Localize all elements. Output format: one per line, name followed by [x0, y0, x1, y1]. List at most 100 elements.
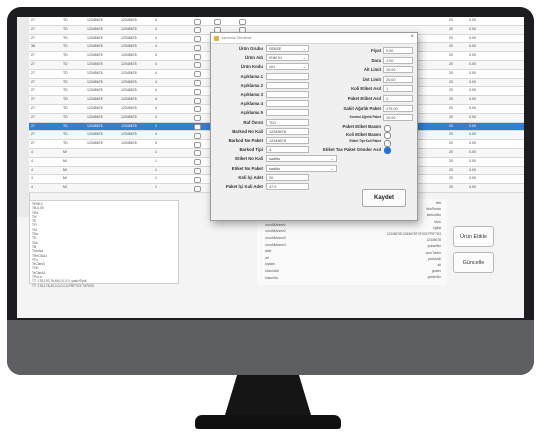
- row-checkbox[interactable]: [194, 168, 201, 175]
- table-cell: TD: [63, 53, 68, 58]
- table-cell: 12345678: [87, 141, 103, 146]
- table-cell: 27: [31, 123, 35, 128]
- save-button[interactable]: Kaydet: [362, 189, 406, 207]
- table-cell: 4: [155, 114, 157, 119]
- field-input[interactable]: [266, 72, 309, 80]
- table-cell: 12345678: [121, 123, 137, 128]
- table-cell: 27: [31, 105, 35, 110]
- row-checkbox[interactable]: [239, 18, 246, 25]
- row-checkbox[interactable]: [194, 71, 201, 78]
- update-button[interactable]: Güncelle: [453, 252, 494, 273]
- table-cell: 4: [155, 18, 157, 22]
- table-cell: 20: [449, 185, 453, 190]
- field-input[interactable]: 12345678: [266, 127, 309, 135]
- row-checkbox[interactable]: [194, 132, 201, 139]
- field-input[interactable]: 1: [383, 95, 413, 102]
- table-cell: 27: [31, 97, 35, 102]
- table-cell: TD: [63, 132, 68, 137]
- row-checkbox[interactable]: [194, 185, 201, 192]
- table-cell: 0.00: [469, 70, 476, 75]
- log-panel: TeSB,0 TB-0,00 TRa TN TE TFi TM TNo TD TAs TB TMoNa…: [29, 200, 179, 288]
- field-input[interactable]: 0.00: [383, 47, 413, 54]
- table-cell: 20: [449, 26, 453, 31]
- field-input[interactable]: 1.00: [383, 56, 413, 64]
- field-input[interactable]: 20: [266, 173, 309, 181]
- field-input[interactable]: 10.00: [383, 66, 413, 74]
- table-cell: 12345678: [121, 141, 137, 146]
- field-input[interactable]: 20.00: [383, 75, 413, 83]
- table-cell: 0.00: [469, 141, 476, 146]
- table-cell: 4: [155, 141, 157, 146]
- screen: 27 TD 12345678 12345678 4 20 0.00 27 TD 12345678 1…: [17, 17, 524, 318]
- table-cell: 1: [155, 149, 157, 154]
- option-checkbox[interactable]: [384, 132, 391, 140]
- field-input[interactable]: 4: [266, 146, 309, 154]
- table-cell: Mi: [63, 158, 67, 163]
- field-input[interactable]: SEBZE: [266, 45, 309, 52]
- row-checkbox[interactable]: [214, 18, 221, 25]
- field-input[interactable]: 10.00: [383, 114, 413, 122]
- field-input[interactable]: 47.0: [266, 183, 309, 190]
- app-icon: [214, 35, 219, 41]
- field-input[interactable]: 12345678: [266, 137, 309, 144]
- close-icon[interactable]: ×: [410, 34, 414, 40]
- option-checkbox[interactable]: [384, 124, 391, 132]
- row-checkbox[interactable]: [194, 97, 201, 104]
- row-checkbox[interactable]: [194, 141, 201, 148]
- preview-label-button[interactable]: Ürün Etikle: [453, 226, 494, 247]
- table-cell: Mi: [63, 185, 67, 190]
- checkbox-label: Etiket Tas Paket Gönder Asıl: [322, 146, 381, 152]
- option-checkbox[interactable]: [384, 139, 391, 147]
- table-cell: 4: [155, 132, 157, 137]
- table-cell: 0.00: [469, 18, 476, 22]
- field-label: 12345678: [426, 238, 441, 243]
- row-checkbox[interactable]: [194, 115, 201, 122]
- row-checkbox[interactable]: [194, 106, 201, 113]
- row-checkbox[interactable]: [194, 150, 201, 157]
- field-input[interactable]: 1: [383, 85, 413, 93]
- monitor-stand-neck: [225, 375, 311, 415]
- row-checkbox[interactable]: [194, 88, 201, 95]
- row-checkbox[interactable]: [194, 36, 201, 43]
- field-label: Açıklama 3: [240, 92, 263, 97]
- field-label: toplam: [265, 262, 275, 267]
- field-input[interactable]: [266, 100, 309, 108]
- checkbox-label: Koli Etiket Basım: [345, 131, 381, 137]
- field-input[interactable]: İSİM 01: [266, 54, 309, 62]
- row-checkbox[interactable]: [194, 27, 201, 34]
- row-checkbox[interactable]: [194, 176, 201, 183]
- table-cell: 12345678: [121, 79, 137, 84]
- field-input[interactable]: sadfds: [266, 155, 337, 163]
- table-cell: 0.00: [469, 123, 476, 128]
- table-cell: 27: [31, 79, 35, 84]
- table-cell: 12345678: [121, 53, 137, 58]
- row-checkbox[interactable]: [194, 53, 201, 60]
- row-checkbox[interactable]: [194, 80, 201, 87]
- field-input[interactable]: [266, 81, 309, 89]
- row-checkbox[interactable]: [194, 159, 201, 166]
- field-label: Paket Etiket Asıl: [347, 96, 381, 101]
- table-cell: 4: [155, 123, 157, 128]
- field-label: bolumAdi: [265, 269, 279, 273]
- row-checkbox[interactable]: [194, 124, 201, 131]
- field-input[interactable]: [266, 91, 309, 98]
- table-cell: TD: [63, 70, 68, 75]
- field-input[interactable]: TD1: [266, 118, 309, 126]
- table-cell: 27: [31, 18, 35, 22]
- field-input[interactable]: 175.00: [383, 104, 413, 112]
- field-input[interactable]: [266, 109, 309, 117]
- table-cell: 20: [449, 88, 453, 93]
- field-label: Fiyat: [370, 48, 381, 53]
- field-label: urunAltAnme3: [265, 236, 286, 240]
- table-row[interactable]: 27 TD 12345678 12345678 4 20 0.00: [29, 17, 524, 26]
- row-checkbox[interactable]: [194, 44, 201, 51]
- row-checkbox[interactable]: [194, 18, 201, 25]
- table-cell: 20: [449, 61, 453, 66]
- option-checkbox[interactable]: [384, 147, 391, 155]
- table-cell: 27: [31, 88, 35, 93]
- table-cell: 4: [155, 44, 157, 49]
- row-checkbox[interactable]: [194, 62, 201, 69]
- field-input[interactable]: sadfds: [266, 164, 337, 172]
- table-cell: 1: [155, 185, 157, 190]
- field-input[interactable]: x01: [266, 63, 309, 71]
